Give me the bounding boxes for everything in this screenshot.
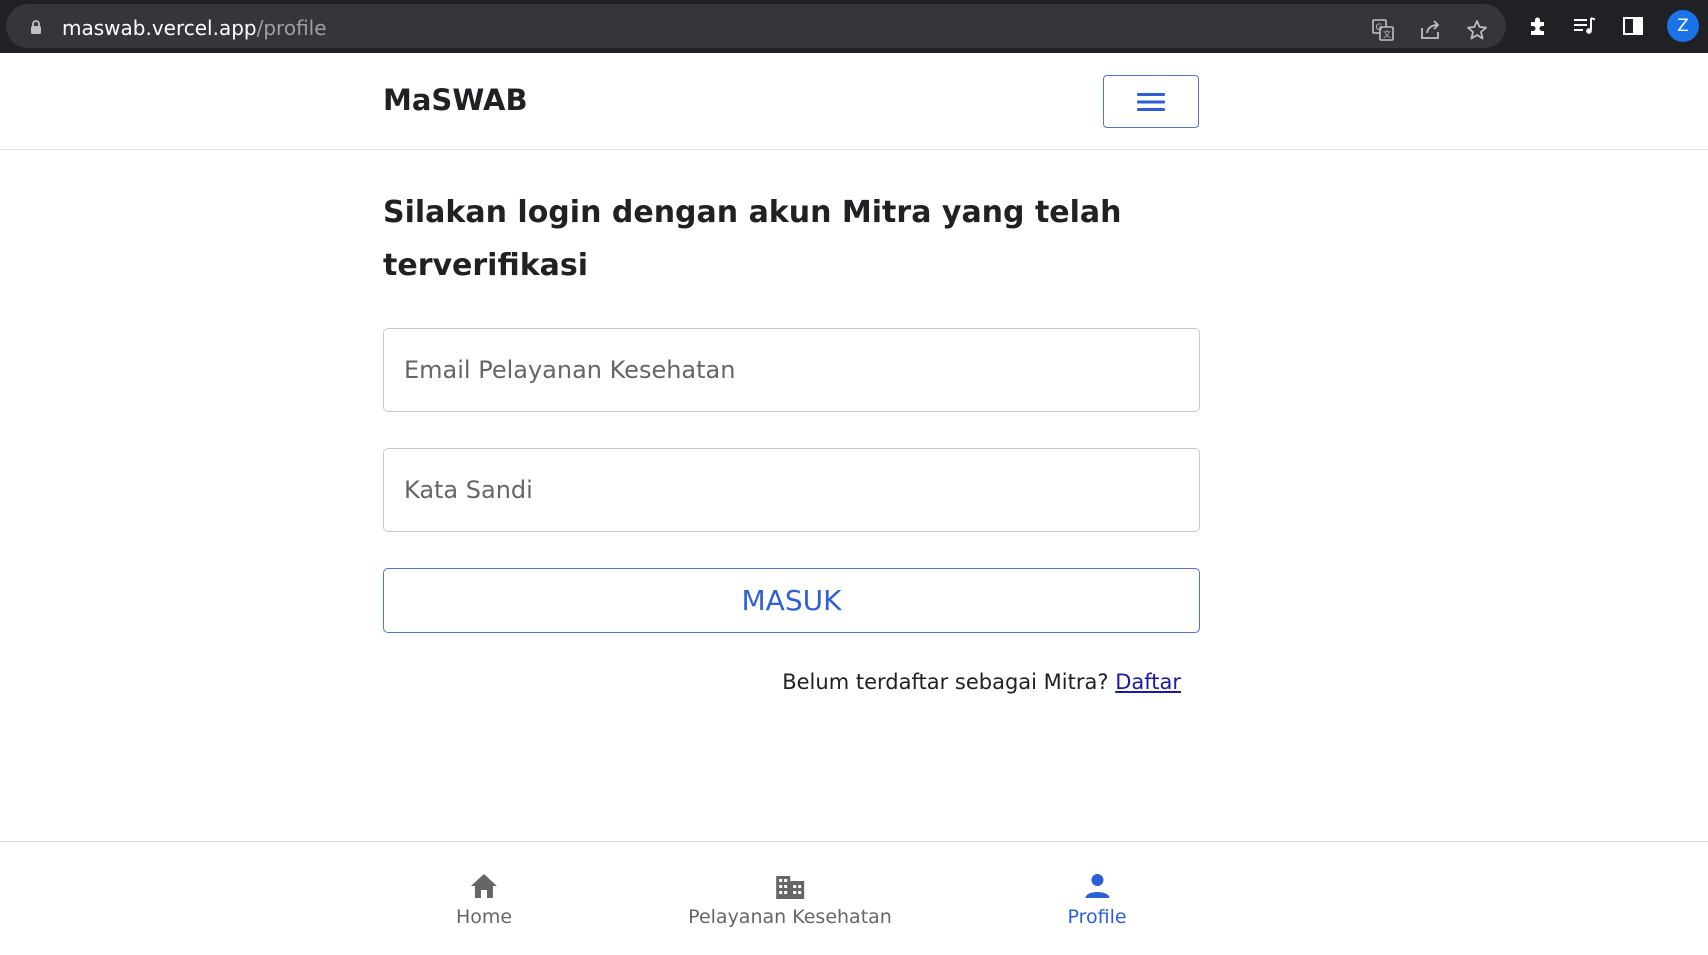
- building-icon: [774, 870, 806, 902]
- media-queue-icon[interactable]: [1572, 13, 1598, 39]
- nav-item-pelayanan-kesehatan[interactable]: Pelayanan Kesehatan: [688, 870, 892, 928]
- lock-icon: [31, 20, 41, 34]
- url-host: maswab.vercel.app: [62, 16, 257, 40]
- url-path: /profile: [256, 16, 327, 40]
- brand-logo[interactable]: MaSWAB: [383, 83, 528, 117]
- app-header: MaSWAB: [0, 53, 1708, 150]
- translate-icon[interactable]: G文: [1370, 17, 1396, 43]
- browser-toolbar: maswab.vercel.app/profile G文 Z: [0, 0, 1708, 53]
- password-field[interactable]: [383, 448, 1200, 532]
- register-prompt-text: Belum terdaftar sebagai Mitra?: [782, 670, 1109, 694]
- nav-item-profile[interactable]: Profile: [1067, 870, 1127, 928]
- email-field[interactable]: [383, 328, 1200, 412]
- nav-label-profile: Profile: [1067, 906, 1127, 928]
- nav-label-home: Home: [455, 906, 513, 928]
- person-icon: [1081, 870, 1113, 902]
- menu-toggle-button[interactable]: [1103, 75, 1199, 128]
- login-button[interactable]: MASUK: [383, 568, 1200, 633]
- home-icon: [468, 870, 500, 902]
- nav-item-home[interactable]: Home: [456, 870, 512, 928]
- url-text[interactable]: maswab.vercel.app/profile: [62, 16, 327, 40]
- nav-label-pelayanan-kesehatan: Pelayanan Kesehatan: [688, 906, 892, 928]
- register-link[interactable]: Daftar: [1115, 670, 1181, 694]
- share-icon[interactable]: [1417, 17, 1443, 43]
- register-prompt: Belum terdaftar sebagai Mitra? Daftar: [782, 670, 1181, 694]
- side-panel-icon[interactable]: [1620, 13, 1646, 39]
- svg-text:文: 文: [1383, 29, 1391, 39]
- bottom-navigation: Home Pelayanan Kesehatan Profile: [0, 841, 1708, 955]
- extensions-icon[interactable]: [1525, 13, 1551, 39]
- hamburger-icon: [1137, 92, 1165, 111]
- svg-text:G: G: [1376, 23, 1383, 33]
- address-bar[interactable]: maswab.vercel.app/profile G文: [6, 4, 1506, 48]
- profile-avatar[interactable]: Z: [1667, 10, 1699, 42]
- page-title: Silakan login dengan akun Mitra yang tel…: [383, 195, 1122, 283]
- bookmark-star-icon[interactable]: [1464, 17, 1490, 43]
